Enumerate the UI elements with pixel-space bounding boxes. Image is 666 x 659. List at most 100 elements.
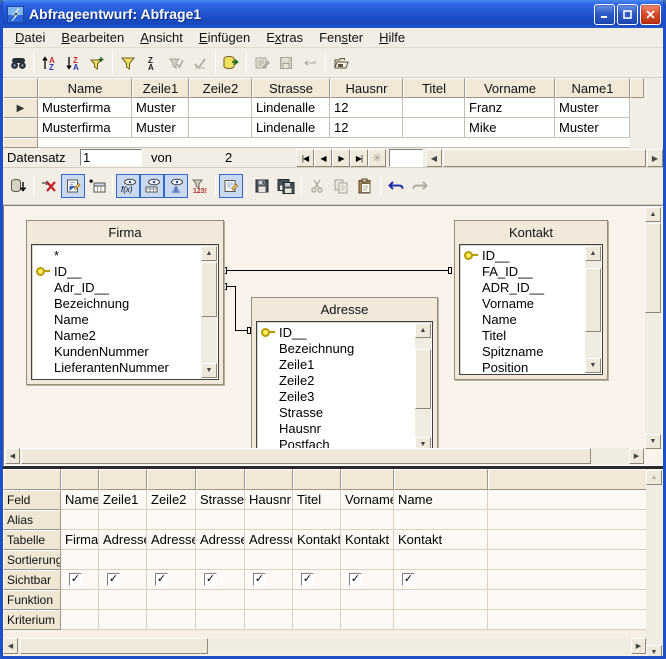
record-number-input[interactable] <box>80 149 142 166</box>
column-header[interactable]: Strasse <box>252 78 330 98</box>
grid-column-header[interactable] <box>293 469 341 490</box>
filter-icon[interactable] <box>116 51 140 75</box>
datasource-icon[interactable] <box>6 174 30 198</box>
grid-column-header[interactable] <box>61 469 99 490</box>
grid-cell[interactable] <box>196 610 245 630</box>
apply-filter-icon[interactable] <box>164 51 188 75</box>
grid-column-header[interactable] <box>196 469 245 490</box>
panel-scrollbar[interactable]: ▲ ▼ <box>415 323 431 452</box>
grid-cell[interactable] <box>245 610 293 630</box>
grid-cell[interactable] <box>341 610 394 630</box>
functions-visible-icon[interactable]: f(x) <box>116 174 140 198</box>
grid-cell[interactable] <box>293 550 341 570</box>
filter-values-icon[interactable]: 123! <box>188 174 212 198</box>
new-row-selector[interactable] <box>3 138 38 148</box>
column-header[interactable]: Zeile1 <box>132 78 189 98</box>
table-cell[interactable] <box>403 98 465 118</box>
grid-cell[interactable] <box>147 510 196 530</box>
table-cell[interactable]: 12 <box>330 98 403 118</box>
grid-cell[interactable] <box>147 590 196 610</box>
menu-item[interactable]: Einfügen <box>191 28 258 47</box>
scroll-down-icon[interactable]: ▼ <box>201 363 217 378</box>
grid-cell[interactable] <box>147 610 196 630</box>
visible-checkbox[interactable] <box>204 573 217 586</box>
visible-checkbox[interactable] <box>253 573 266 586</box>
grid-cell[interactable]: Name <box>394 490 488 510</box>
scroll-up-icon[interactable]: ▲ <box>415 323 431 338</box>
grid-cell[interactable]: Kontakt <box>293 530 341 550</box>
table-title-firma[interactable]: Firma <box>27 221 223 244</box>
table-title-kontakt[interactable]: Kontakt <box>455 221 607 244</box>
visible-checkbox[interactable] <box>69 573 82 586</box>
grid-cell[interactable] <box>196 510 245 530</box>
last-record-button[interactable]: ▶| <box>350 149 368 167</box>
table-panel-adresse[interactable]: Adresse ID__BezeichnungZeile1Zeile2Zeile… <box>251 297 438 459</box>
first-record-button[interactable]: |◀ <box>296 149 314 167</box>
grid-cell[interactable]: Zeile2 <box>147 490 196 510</box>
field-item[interactable]: Name2 <box>32 327 218 343</box>
scroll-right-icon[interactable]: ▶ <box>647 149 663 167</box>
grid-cell[interactable] <box>61 610 99 630</box>
minimize-button[interactable] <box>594 4 615 25</box>
pane-hscrollbar[interactable]: ◀ ▶ <box>5 448 644 464</box>
field-item[interactable]: ID__ <box>32 263 218 279</box>
scroll-down-icon[interactable]: ▼ <box>585 358 601 373</box>
grid-column-header[interactable] <box>341 469 394 490</box>
grid-cell[interactable] <box>245 550 293 570</box>
add-table-icon[interactable] <box>85 174 109 198</box>
table-cell[interactable] <box>189 98 252 118</box>
table-cell[interactable]: 12 <box>330 118 403 138</box>
topvalues-visible-icon[interactable] <box>164 174 188 198</box>
select-all-cell[interactable] <box>3 78 38 98</box>
grid-column-header[interactable] <box>245 469 293 490</box>
next-record-button[interactable]: ▶ <box>332 149 350 167</box>
panel-scrollbar[interactable]: ▲ ▼ <box>201 246 217 378</box>
grid-cell[interactable] <box>245 510 293 530</box>
table-cell[interactable]: Muster <box>555 98 630 118</box>
totals-visible-icon[interactable] <box>140 174 164 198</box>
field-item[interactable]: * <box>32 247 218 263</box>
save-all-icon[interactable] <box>274 174 298 198</box>
grid-cell[interactable] <box>99 510 147 530</box>
grid-cell[interactable] <box>196 590 245 610</box>
field-item[interactable]: Name <box>460 311 602 327</box>
grid-cell[interactable] <box>99 590 147 610</box>
undo-icon[interactable] <box>384 174 408 198</box>
join-line-firma-adresse-v[interactable] <box>235 286 236 331</box>
table-cell[interactable]: Musterfirma <box>38 118 132 138</box>
table-cell[interactable]: Lindenalle <box>252 98 330 118</box>
table-panel-firma[interactable]: Firma *ID__Adr_ID__BezeichnungNameName2K… <box>26 220 224 385</box>
scroll-right-icon[interactable]: ▶ <box>629 448 644 464</box>
grid-cell[interactable] <box>341 510 394 530</box>
redo-icon[interactable] <box>408 174 432 198</box>
filter-add-icon[interactable] <box>85 51 109 75</box>
grid-cell[interactable] <box>394 510 488 530</box>
save-record-icon[interactable] <box>274 51 298 75</box>
table-cell[interactable]: Muster <box>132 98 189 118</box>
field-item[interactable]: KundenNummer <box>32 343 218 359</box>
join-line-firma-kontakt[interactable] <box>225 270 452 271</box>
panel-scrollbar[interactable]: ▲ ▼ <box>585 246 601 373</box>
scroll-down-icon[interactable]: ▼ <box>646 645 662 656</box>
save-icon[interactable] <box>250 174 274 198</box>
visible-checkbox[interactable] <box>301 573 314 586</box>
grid-vscrollbar[interactable]: ▲ ▼ <box>646 470 662 656</box>
table-title-adresse[interactable]: Adresse <box>252 298 437 321</box>
grid-cell[interactable] <box>99 550 147 570</box>
vscroll-thumb[interactable] <box>201 262 217 317</box>
visible-checkbox[interactable] <box>107 573 120 586</box>
grid-cell[interactable]: Hausnr <box>245 490 293 510</box>
delete-query-icon[interactable] <box>37 174 61 198</box>
grid-cell[interactable] <box>61 510 99 530</box>
table-cell[interactable]: Mike <box>465 118 555 138</box>
grid-cell[interactable] <box>394 610 488 630</box>
scroll-right-icon[interactable]: ▶ <box>631 638 646 654</box>
grid-cell[interactable]: Name <box>61 490 99 510</box>
grid-cell[interactable] <box>394 590 488 610</box>
table-cell[interactable]: Muster <box>555 118 630 138</box>
visible-checkbox[interactable] <box>349 573 362 586</box>
scroll-down-icon[interactable]: ▼ <box>645 434 661 449</box>
grid-cell[interactable]: Adresse <box>245 530 293 550</box>
table-cell[interactable] <box>403 118 465 138</box>
grid-column-header[interactable] <box>394 469 488 490</box>
